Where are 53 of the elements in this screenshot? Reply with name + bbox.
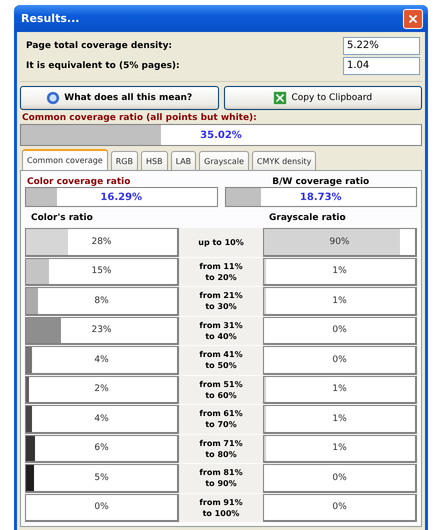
range-label: from 21% to 30% [198,290,244,312]
tab[interactable]: CMYK density [252,151,316,170]
bar-reading: 6% [94,443,109,454]
column-heading: Grayscale ratio [268,213,347,225]
range-label: from 91% to 100% [198,496,244,519]
bar-reading: 1% [332,414,347,424]
bar-reading: 16.29% [100,192,142,202]
tab[interactable]: Common coverage [22,149,108,170]
section-label: B/W coverage ratio [271,177,370,187]
bar-reading: 0% [332,472,347,483]
section-label: Common coverage ratio (all points but white): [22,113,258,123]
value-field[interactable]: 1.04 [343,57,420,75]
bar-reading: 0% [332,354,347,365]
bar-reading: 18.73% [300,192,342,202]
tab[interactable]: RGB [110,151,138,170]
column-heading: Color's ratio [30,213,94,225]
section-label: Color coverage ratio [26,177,132,187]
bar-reading: 90% [329,236,350,247]
bar-reading: 0% [332,325,347,336]
help-button[interactable]: What does all this mean? [20,86,218,110]
bar-reading: 4% [94,414,109,424]
value-field[interactable]: 5.22% [343,37,420,55]
range-label: from 61% to 70% [198,408,244,430]
bar-reading: 2% [94,384,109,394]
bar-reading: 15% [91,266,112,276]
range-label: from 31% to 40% [198,320,244,342]
range-label: from 51% to 60% [198,378,244,401]
window-title: Results... [21,12,80,25]
tab[interactable]: HSB [140,151,168,170]
bar-reading: 4% [94,354,109,365]
bar-reading: 28% [91,236,112,247]
copy-button[interactable]: Copy to Clipboard [224,86,422,110]
bar-reading: 1% [332,384,347,394]
field-label: It is equivalent to (5% pages): [25,61,180,71]
bar-reading: 0% [332,502,347,512]
tab[interactable]: Grayscale [199,151,249,170]
close-button[interactable] [403,8,423,28]
bar-reading: 23% [91,325,112,336]
bar-reading: 0% [94,502,109,512]
range-label: up to 10% [197,236,245,248]
tab[interactable]: LAB [170,151,196,170]
bar-reading: 1% [332,443,347,454]
range-label: from 41% to 50% [198,349,244,372]
bar-reading: 35.02% [200,130,242,140]
bar-reading: 1% [332,296,347,306]
bar-reading: 5% [94,472,109,483]
range-label: from 71% to 80% [198,438,244,460]
bar-reading: 8% [94,296,109,306]
range-label: from 11% to 20% [198,260,244,283]
range-label: from 81% to 90% [198,467,244,490]
spreadsheet-icon [273,91,288,105]
bar-reading: 1% [332,266,347,276]
field-label: Page total coverage density: [25,41,172,51]
